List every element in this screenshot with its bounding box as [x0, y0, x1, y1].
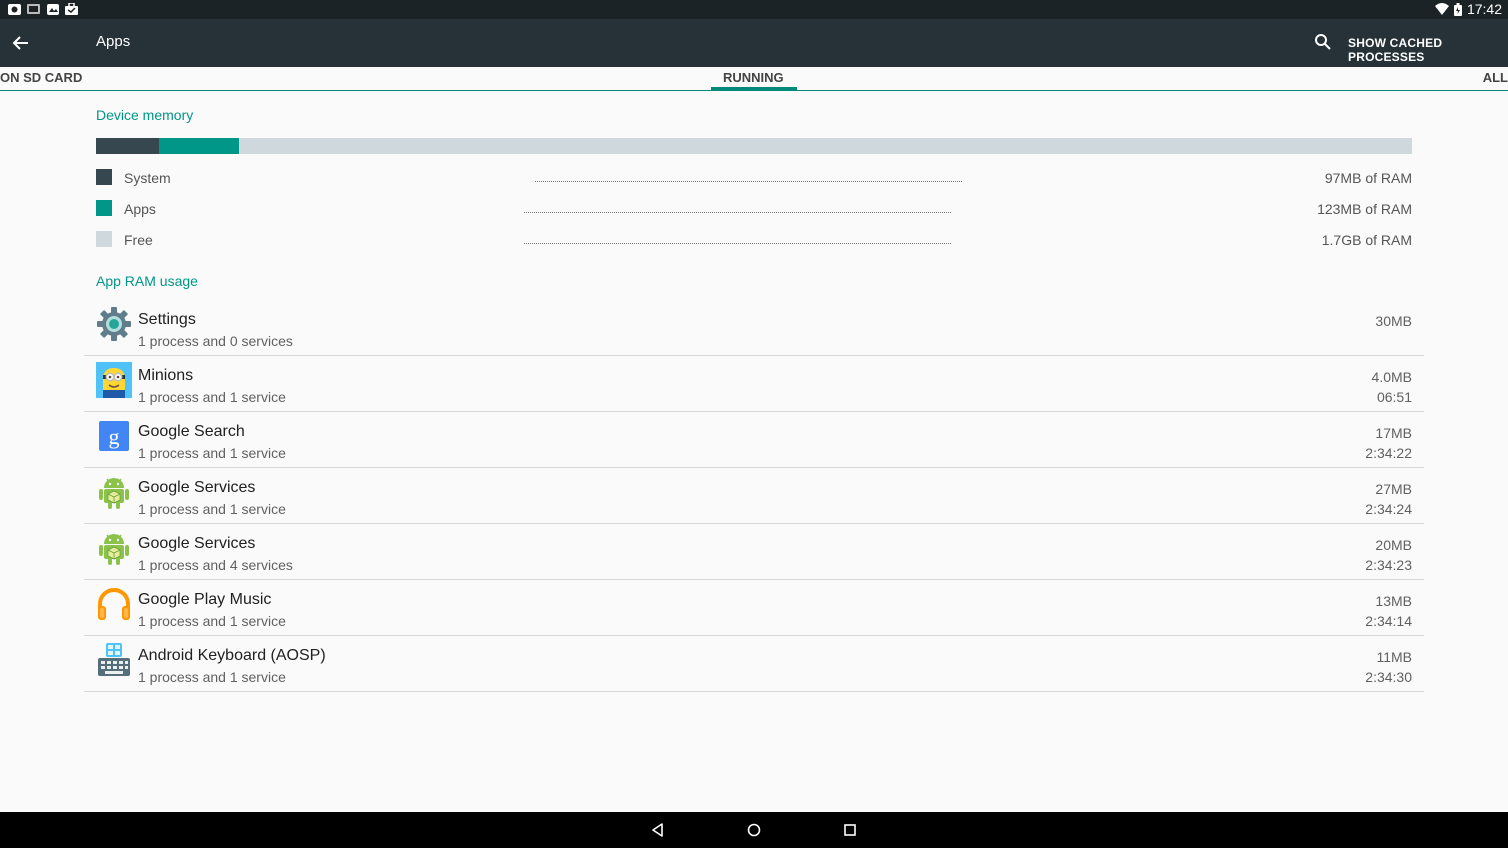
running-apps-list: Settings 1 process and 0 services 30MB M…	[84, 300, 1424, 692]
active-tab-indicator	[711, 87, 797, 90]
back-arrow-icon[interactable]	[10, 32, 32, 54]
app-name: Google Search	[138, 423, 245, 440]
android-robot-icon	[99, 478, 129, 509]
status-right: 17:42	[1434, 1, 1502, 17]
navigation-bar	[0, 812, 1508, 848]
app-uptime: 2:34:24	[1365, 501, 1412, 517]
app-process-info: 1 process and 1 service	[138, 389, 286, 405]
app-memory: 4.0MB	[1371, 369, 1412, 385]
app-row-android-keyboard[interactable]: Android Keyboard (AOSP) 1 process and 1 …	[84, 636, 1424, 692]
app-process-info: 1 process and 0 services	[138, 333, 293, 349]
app-name: Google Services	[138, 479, 256, 496]
status-bar: 17:42	[0, 0, 1508, 19]
tab-all[interactable]: ALL	[1483, 70, 1508, 85]
app-uptime: 2:34:23	[1365, 557, 1412, 573]
clock: 17:42	[1466, 1, 1502, 17]
memory-bar-free	[239, 138, 1412, 154]
app-name: Google Services	[138, 535, 256, 552]
google-search-icon: g	[99, 421, 129, 451]
legend-leader	[524, 212, 951, 213]
app-name: Settings	[138, 311, 196, 328]
legend-swatch	[96, 231, 112, 247]
legend-value: 123MB of RAM	[1317, 201, 1412, 217]
app-memory: 27MB	[1375, 481, 1412, 497]
battery-icon	[1453, 2, 1462, 16]
app-process-info: 1 process and 1 service	[138, 613, 286, 629]
legend-apps: Apps 123MB of RAM	[96, 199, 1412, 219]
app-process-info: 1 process and 1 service	[138, 501, 286, 517]
notification-icons	[8, 3, 78, 15]
wifi-icon	[1434, 3, 1449, 15]
nav-recents-icon[interactable]	[842, 822, 858, 838]
memory-usage-bar	[96, 138, 1412, 154]
app-process-info: 1 process and 1 service	[138, 669, 286, 685]
photos-notification-icon	[47, 4, 59, 15]
nav-back-icon[interactable]	[650, 822, 666, 838]
legend-label: Apps	[124, 201, 156, 217]
legend-swatch	[96, 169, 112, 185]
app-memory: 20MB	[1375, 537, 1412, 553]
legend-system: System 97MB of RAM	[96, 168, 1412, 188]
legend-free: Free 1.7GB of RAM	[96, 230, 1412, 250]
app-toolbar: Apps SHOW CACHED PROCESSES	[0, 19, 1508, 67]
settings-gear-icon	[97, 307, 131, 341]
show-cached-processes-button[interactable]: SHOW CACHED PROCESSES	[1348, 36, 1508, 64]
image-notification-icon	[27, 4, 40, 14]
keyboard-icon	[98, 643, 130, 676]
memory-bar-apps	[159, 138, 240, 154]
app-row-google-search[interactable]: g Google Search 1 process and 1 service …	[84, 412, 1424, 468]
app-name: Android Keyboard (AOSP)	[138, 647, 326, 664]
app-process-info: 1 process and 4 services	[138, 557, 293, 573]
app-row-google-services[interactable]: Google Services 1 process and 1 service …	[84, 468, 1424, 524]
app-uptime: 06:51	[1376, 389, 1412, 405]
app-memory: 30MB	[1375, 313, 1412, 329]
app-uptime: 2:34:14	[1365, 613, 1412, 629]
app-name: Google Play Music	[138, 591, 272, 608]
legend-leader	[524, 243, 951, 244]
page-title: Apps	[96, 33, 131, 50]
tab-on-sd-card[interactable]: ON SD CARD	[0, 70, 82, 85]
svg-text:g: g	[109, 424, 120, 449]
tab-running[interactable]: RUNNING	[723, 70, 784, 85]
legend-label: System	[124, 170, 171, 186]
nav-home-icon[interactable]	[746, 822, 762, 838]
app-memory: 17MB	[1375, 425, 1412, 441]
app-process-info: 1 process and 1 service	[138, 445, 286, 461]
app-row-google-services[interactable]: Google Services 1 process and 4 services…	[84, 524, 1424, 580]
camera-notification-icon	[8, 4, 21, 15]
app-uptime: 2:34:22	[1365, 445, 1412, 461]
legend-value: 97MB of RAM	[1324, 170, 1412, 186]
app-memory: 13MB	[1375, 593, 1412, 609]
app-memory: 11MB	[1376, 649, 1412, 665]
android-robot-icon	[99, 534, 129, 565]
headphones-icon	[98, 588, 130, 620]
app-name: Minions	[138, 367, 194, 384]
app-uptime: 2:34:30	[1365, 669, 1412, 685]
app-row-google-play-music[interactable]: Google Play Music 1 process and 1 servic…	[84, 580, 1424, 636]
legend-swatch	[96, 200, 112, 216]
legend-label: Free	[124, 232, 153, 248]
memory-bar-system	[96, 138, 160, 154]
device-memory-heading: Device memory	[96, 107, 194, 123]
app-ram-usage-heading: App RAM usage	[96, 273, 198, 289]
minion-icon	[96, 362, 132, 398]
legend-leader	[535, 181, 962, 182]
briefcase-notification-icon	[65, 3, 78, 15]
search-icon[interactable]	[1314, 33, 1332, 51]
legend-value: 1.7GB of RAM	[1321, 232, 1412, 248]
app-row-settings[interactable]: Settings 1 process and 0 services 30MB	[84, 300, 1424, 356]
app-row-minions[interactable]: Minions 1 process and 1 service 4.0MB 06…	[84, 356, 1424, 412]
tab-strip: ON SD CARD RUNNING ALL	[0, 67, 1508, 91]
